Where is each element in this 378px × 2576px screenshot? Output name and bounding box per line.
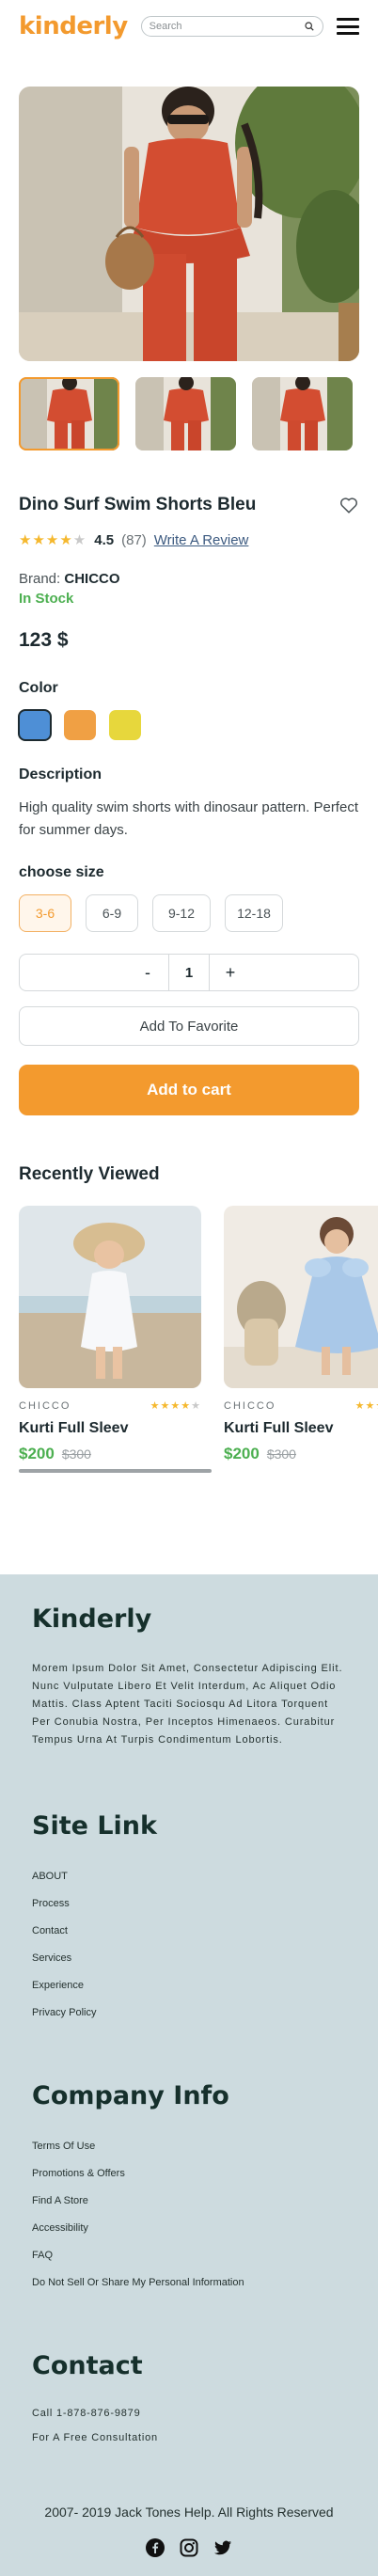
site-footer: Kinderly Morem Ipsum Dolor Sit Amet, Con… bbox=[0, 1574, 378, 2576]
color-label: Color bbox=[19, 680, 58, 696]
product-card-current-price: $200 bbox=[19, 1445, 55, 1462]
copyright-text: 2007- 2019 Jack Tones Help. All Rights R… bbox=[44, 2505, 334, 2520]
footer-link-services[interactable]: Services bbox=[32, 1945, 346, 1972]
facebook-icon[interactable] bbox=[146, 2538, 165, 2557]
footer-about-text: Morem Ipsum Dolor Sit Amet, Consectetur … bbox=[32, 1663, 343, 1746]
product-card-image[interactable] bbox=[224, 1206, 378, 1388]
product-card-old-price: $300 bbox=[266, 1446, 296, 1462]
footer-link-privacy-policy[interactable]: Privacy Policy bbox=[32, 1999, 346, 2027]
footer-link-accessibility[interactable]: Accessibility bbox=[32, 2215, 346, 2242]
stock-status: In Stock bbox=[19, 591, 74, 607]
add-to-cart-button[interactable]: Add to cart bbox=[19, 1065, 359, 1115]
size-option-3-6[interactable]: 3-6 bbox=[19, 894, 71, 932]
brand-name: CHICCO bbox=[64, 571, 120, 587]
product-card-name[interactable]: Kurti Full Sleev bbox=[224, 1420, 378, 1437]
product-card-brand: CHICCO bbox=[19, 1399, 71, 1412]
color-swatches bbox=[18, 709, 359, 741]
star-rating-icon: ★★★★★ bbox=[19, 532, 87, 548]
product-card-old-price: $300 bbox=[61, 1446, 91, 1462]
product-price: 123 $ bbox=[19, 629, 69, 651]
footer-link-faq[interactable]: FAQ bbox=[32, 2242, 346, 2269]
carousel-scrollbar[interactable] bbox=[19, 1469, 212, 1473]
brand-label: Brand: bbox=[19, 571, 61, 587]
quantity-increase-button[interactable]: + bbox=[210, 955, 251, 990]
thumbnail-strip bbox=[19, 377, 359, 450]
quantity-value[interactable]: 1 bbox=[168, 955, 210, 990]
thumbnail-1[interactable] bbox=[19, 377, 119, 450]
quantity-stepper: - 1 + bbox=[19, 954, 359, 991]
footer-brand: Kinderly bbox=[32, 1604, 152, 1634]
contact-consultation: For A Free Consultation bbox=[32, 2432, 158, 2443]
color-swatch-orange[interactable] bbox=[64, 710, 96, 740]
site-link-heading: Site Link bbox=[32, 1811, 157, 1841]
brand-line: Brand: CHICCO bbox=[19, 571, 359, 587]
product-info: Dino Surf Swim Shorts Bleu ★★★★★ 4.5 (87… bbox=[0, 495, 378, 1473]
product-card[interactable]: CHICCO ★★★★★ Kurti Full Sleev $200 $300 bbox=[19, 1206, 212, 1473]
thumbnail-2[interactable] bbox=[135, 377, 236, 450]
quantity-decrease-button[interactable]: - bbox=[127, 955, 168, 990]
review-count: (87) bbox=[121, 531, 147, 548]
social-links bbox=[32, 2538, 346, 2557]
footer-link-find-store[interactable]: Find A Store bbox=[32, 2188, 346, 2215]
recently-viewed-title: Recently Viewed bbox=[19, 1164, 160, 1184]
footer-link-about[interactable]: ABOUT bbox=[32, 1863, 346, 1890]
product-card-meta: CHICCO ★★★★★ bbox=[224, 1399, 378, 1413]
product-card-brand: CHICCO bbox=[224, 1399, 276, 1412]
product-card[interactable]: CHICCO ★★★★★ Kurti Full Sleev $200 $300 bbox=[224, 1206, 378, 1473]
product-card-meta: CHICCO ★★★★★ bbox=[19, 1399, 201, 1413]
size-option-9-12[interactable]: 9-12 bbox=[152, 894, 211, 932]
write-review-link[interactable]: Write A Review bbox=[154, 532, 249, 548]
star-rating-icon: ★★★★★ bbox=[354, 1400, 378, 1412]
footer-link-promotions[interactable]: Promotions & Offers bbox=[32, 2160, 346, 2188]
size-option-12-18[interactable]: 12-18 bbox=[225, 894, 283, 932]
description-text: High quality swim shorts with dinosaur p… bbox=[19, 799, 358, 838]
color-swatch-yellow[interactable] bbox=[109, 710, 141, 740]
footer-link-do-not-sell[interactable]: Do Not Sell Or Share My Personal Informa… bbox=[32, 2269, 346, 2297]
rating-row: ★★★★★ 4.5 (87) Write A Review bbox=[19, 531, 359, 549]
footer-link-terms[interactable]: Terms Of Use bbox=[32, 2133, 346, 2160]
color-swatch-blue[interactable] bbox=[18, 709, 52, 741]
instagram-icon[interactable] bbox=[180, 2538, 198, 2557]
size-options: 3-6 6-9 9-12 12-18 bbox=[19, 894, 359, 932]
thumbnail-3[interactable] bbox=[252, 377, 353, 450]
star-rating-icon: ★★★★★ bbox=[150, 1400, 201, 1412]
footer-link-process[interactable]: Process bbox=[32, 1890, 346, 1918]
contact-info: Call 1-878-876-9879 For A Free Consultat… bbox=[32, 2401, 346, 2450]
contact-heading: Contact bbox=[32, 2351, 143, 2380]
footer-link-contact[interactable]: Contact bbox=[32, 1918, 346, 1945]
size-label: choose size bbox=[19, 864, 104, 880]
contact-phone[interactable]: Call 1-878-876-9879 bbox=[32, 2401, 346, 2426]
product-card-image[interactable] bbox=[19, 1206, 201, 1388]
site-links-list: ABOUT Process Contact Services Experienc… bbox=[32, 1863, 346, 2027]
twitter-icon[interactable] bbox=[213, 2538, 232, 2557]
company-links-list: Terms Of Use Promotions & Offers Find A … bbox=[32, 2133, 346, 2297]
logo[interactable]: kinderly bbox=[19, 12, 128, 40]
product-card-current-price: $200 bbox=[224, 1445, 260, 1462]
product-card-price: $200 $300 bbox=[224, 1445, 378, 1463]
search-input[interactable] bbox=[149, 21, 304, 32]
hamburger-menu-icon[interactable] bbox=[337, 18, 359, 35]
company-info-heading: Company Info bbox=[32, 2081, 229, 2110]
title-row: Dino Surf Swim Shorts Bleu bbox=[19, 495, 359, 515]
add-to-favorite-button[interactable]: Add To Favorite bbox=[19, 1006, 359, 1046]
site-header: kinderly bbox=[0, 0, 378, 53]
product-card-name[interactable]: Kurti Full Sleev bbox=[19, 1420, 201, 1437]
rating-value: 4.5 bbox=[94, 531, 115, 548]
footer-link-experience[interactable]: Experience bbox=[32, 1972, 346, 1999]
product-title: Dino Surf Swim Shorts Bleu bbox=[19, 495, 257, 514]
heart-icon[interactable] bbox=[339, 495, 359, 515]
product-main-image[interactable] bbox=[19, 87, 359, 361]
product-card-price: $200 $300 bbox=[19, 1445, 201, 1463]
search-icon[interactable] bbox=[304, 21, 315, 32]
recently-viewed-carousel[interactable]: CHICCO ★★★★★ Kurti Full Sleev $200 $300 bbox=[19, 1206, 378, 1473]
size-option-6-9[interactable]: 6-9 bbox=[86, 894, 138, 932]
search-bar[interactable] bbox=[140, 16, 323, 37]
description-label: Description bbox=[19, 766, 102, 782]
